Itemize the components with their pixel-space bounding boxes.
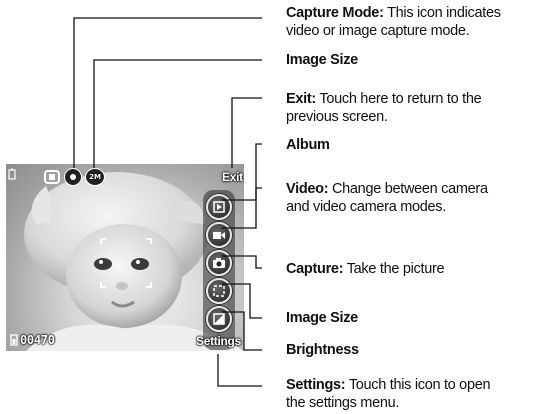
callout-brightness: Brightness (286, 342, 359, 358)
image-size-badge: 2M (89, 173, 101, 181)
battery-icon (8, 168, 16, 180)
storage-icon (10, 334, 18, 346)
callout-exit: Exit: Touch here to return to the previo… (286, 91, 482, 125)
image-size-button[interactable] (206, 278, 232, 304)
callout-capture-mode: Capture Mode: This icon indicates video … (286, 5, 501, 39)
callout-video: Video: Change between camera and video c… (286, 181, 488, 215)
image-size-icon: 2M (85, 168, 105, 186)
camera-screen: 2M Exit 00470 Settings (6, 164, 244, 351)
callout-capture: Capture: Take the picture (286, 261, 445, 277)
capture-button[interactable] (206, 250, 232, 276)
callout-image-size-bottom: Image Size (286, 310, 358, 326)
capture-icon (213, 258, 225, 268)
exit-button[interactable]: Exit (222, 170, 243, 184)
brightness-icon (213, 313, 225, 325)
shot-counter: 00470 (20, 333, 55, 347)
capture-mode-icon (64, 168, 82, 186)
video-button[interactable] (206, 222, 232, 248)
memory-icon (44, 170, 60, 184)
callout-image-size-top: Image Size (286, 52, 358, 68)
image-size-button-icon (213, 285, 225, 297)
album-button[interactable] (206, 194, 232, 220)
video-icon (213, 232, 225, 239)
brightness-button[interactable] (206, 306, 232, 332)
callout-settings: Settings: Touch this icon to open the se… (286, 377, 491, 411)
album-icon (213, 201, 225, 213)
callout-album: Album (286, 137, 330, 153)
settings-button[interactable]: Settings (196, 334, 241, 348)
